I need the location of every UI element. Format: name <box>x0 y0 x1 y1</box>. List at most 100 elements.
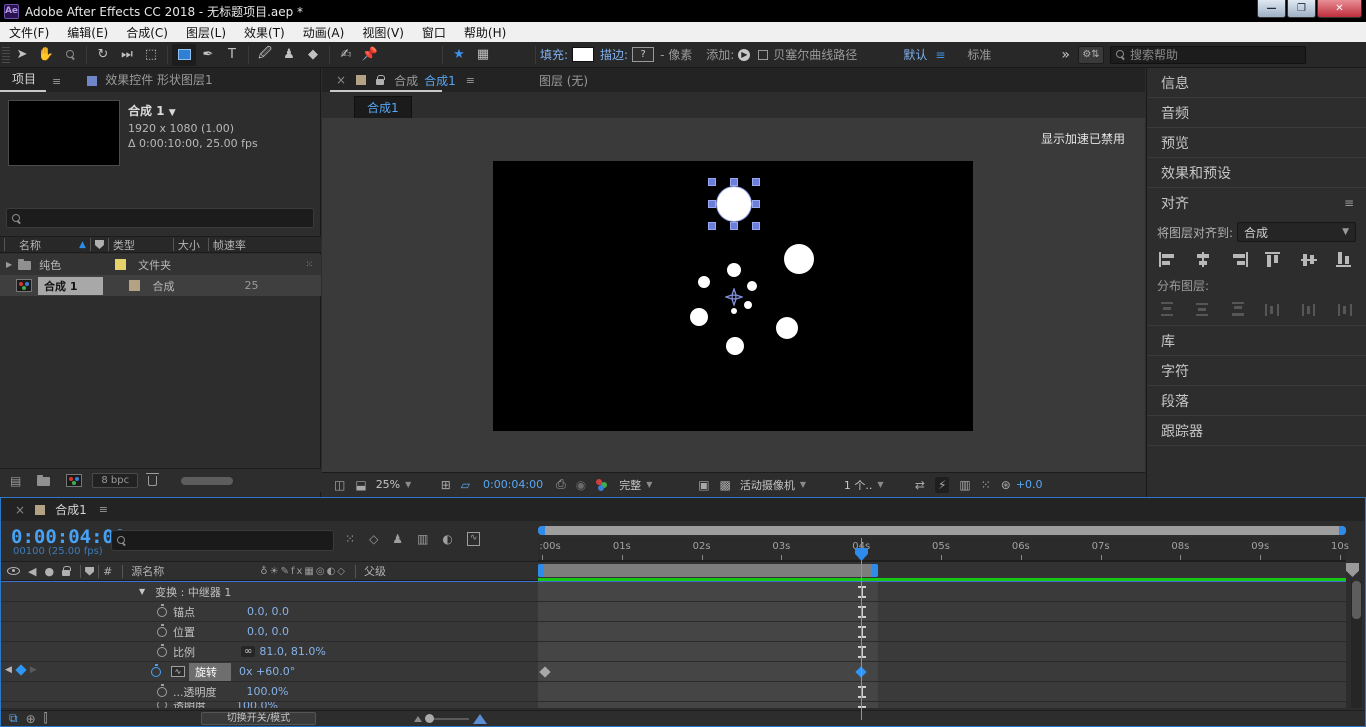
draft-3d-icon[interactable]: ◇ <box>369 532 378 546</box>
project-hscroll[interactable] <box>181 477 233 485</box>
label-column-icon[interactable] <box>95 240 104 249</box>
shape-circle[interactable] <box>727 263 741 277</box>
comp-panel-menu-icon[interactable]: ≡ <box>466 74 475 87</box>
timeline-tab-comp1[interactable]: 合成1 <box>55 501 87 518</box>
current-time-display[interactable]: 0:00:04:00 <box>11 526 125 548</box>
project-row-comp1[interactable]: 合成 1 合成 25 <box>0 275 321 296</box>
expand-inout-icon[interactable]: ⫿ <box>44 711 48 726</box>
sort-asc-icon[interactable]: ▲ <box>79 240 86 250</box>
work-area-bar[interactable] <box>538 564 878 577</box>
align-to-dropdown[interactable]: 合成▼ <box>1237 222 1356 242</box>
workspace-standard[interactable]: 标准 <box>967 46 991 63</box>
distribute-hcenter-icon[interactable] <box>1301 302 1319 317</box>
always-preview-icon[interactable]: ◫ <box>334 478 345 492</box>
timeline-zoom-knob[interactable] <box>425 714 434 723</box>
row-start-opacity[interactable]: ...透明度100.0% <box>1 682 1346 702</box>
pen-tool[interactable]: ✒ <box>196 44 220 66</box>
column-fps[interactable]: 帧速率 <box>213 237 246 253</box>
camera-tool[interactable]: ⏭ <box>115 44 139 66</box>
toggle-switches-modes-button[interactable]: 切换开关/模式 <box>201 712 316 725</box>
exposure-value[interactable]: +0.0 <box>1016 478 1043 491</box>
prev-keyframe-icon[interactable]: ◀ <box>5 665 12 675</box>
puppet-pin-tool[interactable]: 📌 <box>358 44 382 66</box>
snapshot-icon[interactable]: ⎙ <box>556 477 566 492</box>
time-ruler[interactable]: :00s01s02s03s04s05s06s07s08s09s10s <box>538 538 1346 561</box>
panel-preview[interactable]: 预览 <box>1147 128 1366 158</box>
align-bottom-icon[interactable] <box>1336 252 1354 267</box>
shape-circle[interactable] <box>698 276 710 288</box>
panel-grip[interactable] <box>2 45 10 65</box>
menu-window[interactable]: 窗口 <box>413 24 455 41</box>
selection-handle[interactable] <box>730 222 738 230</box>
add-menu-icon[interactable]: ▶ <box>738 49 750 61</box>
menu-help[interactable]: 帮助(H) <box>455 24 515 41</box>
frame-blend-icon[interactable]: ▥ <box>417 532 428 546</box>
column-type[interactable]: 类型 <box>113 237 135 253</box>
resolution-dropdown[interactable]: 完整▼ <box>619 477 689 493</box>
panel-align[interactable]: 对齐 ≡ <box>1147 188 1366 218</box>
tab-layer[interactable]: 图层 (无) <box>539 72 588 89</box>
stroke-label[interactable]: 描边: <box>600 46 628 63</box>
shape-circle[interactable] <box>744 301 752 309</box>
stopwatch-icon[interactable] <box>157 647 167 657</box>
pan-behind-tool[interactable]: ⬚ <box>139 44 163 66</box>
graph-editor-icon[interactable]: ∿ <box>467 532 481 546</box>
fill-label[interactable]: 填充: <box>540 46 568 63</box>
motion-blur-icon[interactable]: ◐ <box>442 532 452 546</box>
transparency-grid-icon[interactable]: ▦ <box>471 44 495 66</box>
row-end-opacity[interactable]: 透明度100.0% <box>1 702 1346 709</box>
rotation-tool[interactable]: ↻ <box>91 44 115 66</box>
lock-column-icon[interactable] <box>62 570 70 576</box>
timeline-search-box[interactable] <box>111 530 334 551</box>
shape-circle[interactable] <box>690 308 708 326</box>
align-left-icon[interactable] <box>1159 252 1177 267</box>
tab-close-icon[interactable]: × <box>336 73 346 87</box>
keyframe-diamond[interactable] <box>539 666 550 677</box>
clone-stamp-tool[interactable]: ♟ <box>277 44 301 66</box>
shape-star-indicator[interactable]: ★ <box>447 44 471 66</box>
property-value[interactable]: 0.0, 0.0 <box>247 605 289 618</box>
type-tool[interactable]: T <box>220 44 244 66</box>
align-right-icon[interactable] <box>1230 252 1248 267</box>
comp-caret-icon[interactable]: ▼ <box>169 108 176 118</box>
shy-layers-icon[interactable]: ♟ <box>392 532 403 546</box>
selection-handle[interactable] <box>752 178 760 186</box>
menu-layer[interactable]: 图层(L) <box>177 24 235 41</box>
viewer-area[interactable]: 显示加速已禁用 <box>322 118 1145 496</box>
property-value[interactable]: 0x +60.0° <box>239 665 295 678</box>
toggle-transparency-icon[interactable]: ▩ <box>720 478 731 492</box>
shape-circle[interactable] <box>747 281 757 291</box>
distribute-left-icon[interactable] <box>1265 302 1283 317</box>
shape-circle[interactable] <box>784 244 814 274</box>
stroke-swatch[interactable]: ? <box>632 47 654 62</box>
magnification-dropdown[interactable]: 25%▼ <box>376 478 432 491</box>
panel-info[interactable]: 信息 <box>1147 68 1366 98</box>
sync-settings-icon[interactable]: ⚙⇅ <box>1078 46 1104 64</box>
tab-effect-controls[interactable]: 效果控件 形状图层1 <box>105 71 212 92</box>
trash-icon[interactable] <box>148 476 157 486</box>
align-hcenter-icon[interactable] <box>1194 252 1212 267</box>
expand-layer-switches-icon[interactable]: ⧉ <box>9 711 18 726</box>
workspace-menu-icon[interactable]: ≡ <box>935 48 945 62</box>
project-row-solids[interactable]: ▶ 纯色 文件夹 ⁙ <box>0 254 321 275</box>
timeline-zoom-slider[interactable] <box>429 718 469 720</box>
selection-tool[interactable]: ➤ <box>10 44 34 66</box>
source-name-column[interactable]: 源名称 <box>131 563 164 579</box>
parent-column[interactable]: 父级 <box>364 563 386 579</box>
close-button[interactable]: ✕ <box>1317 0 1362 18</box>
row-label-color[interactable] <box>115 259 126 270</box>
comp-marker-icon[interactable] <box>1346 563 1359 577</box>
expand-arrow-icon[interactable]: ▶ <box>6 260 12 269</box>
solo-column-icon[interactable]: ● <box>44 565 54 578</box>
expand-transfer-controls-icon[interactable]: ⊕ <box>26 712 36 726</box>
tab-composition-label[interactable]: 合成 <box>394 72 418 89</box>
switches-column-icons[interactable]: ♁☀✎fx▦◎◐◇ <box>260 566 347 577</box>
project-search-box[interactable] <box>6 208 314 228</box>
timeline-vscroll[interactable] <box>1351 581 1362 708</box>
property-value[interactable]: 81.0, 81.0% <box>259 645 325 658</box>
column-size[interactable]: 大小 <box>178 237 200 253</box>
next-keyframe-icon[interactable]: ▶ <box>30 665 37 675</box>
new-folder-icon[interactable] <box>37 477 50 486</box>
menu-file[interactable]: 文件(F) <box>0 24 58 41</box>
row-rotation[interactable]: ◀ ▶ ∿ 旋转 0x +60.0° <box>1 662 1346 682</box>
